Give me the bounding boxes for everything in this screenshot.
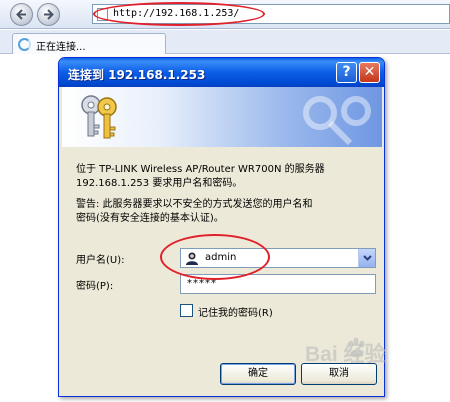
message-line-1: 位于 TP-LINK Wireless AP/Router WR700N 的服务… (76, 164, 325, 175)
username-combobox[interactable]: admin (180, 248, 376, 268)
baidu-paw-icon (348, 337, 365, 358)
browser-window: http://192.168.1.253/ 正在连接... 连接到 192.16… (0, 0, 450, 402)
password-label: 密码(P): (76, 281, 114, 292)
username-value: admin (205, 252, 237, 263)
forward-button[interactable] (37, 3, 60, 26)
forward-arrow-icon (44, 9, 54, 20)
password-field[interactable]: ***** (180, 274, 376, 294)
password-value: ***** (187, 278, 217, 289)
remember-password-checkbox[interactable] (180, 304, 193, 317)
user-icon (186, 252, 198, 265)
warning-line-2: 密码(没有安全连接的基本认证)。 (76, 213, 224, 224)
url-text: http://192.168.1.253/ (113, 8, 240, 19)
remember-password-label: 记住我的密码(R) (198, 308, 273, 319)
warning-line-1: 警告: 此服务器要求以不安全的方式发送您的用户名和 (76, 199, 313, 210)
chevron-down-icon (363, 255, 372, 261)
ok-button[interactable]: 确定 (220, 363, 296, 385)
tab-bar: 正在连接... (0, 30, 450, 54)
keys-icon (81, 95, 117, 139)
browser-tab[interactable]: 正在连接... (12, 33, 166, 54)
message-line-2: 192.168.1.253 要求用户名和密码。 (76, 178, 243, 189)
dialog-title: 连接到 192.168.1.253 (68, 68, 206, 82)
tab-title: 正在连接... (36, 42, 86, 53)
banner-watermark-icon (303, 96, 371, 146)
baidu-watermark: Bai 经验 (305, 343, 386, 366)
address-bar[interactable]: http://192.168.1.253/ (92, 4, 450, 24)
dialog-banner (62, 87, 382, 147)
back-button[interactable] (10, 3, 33, 26)
close-icon[interactable]: ✕ (359, 62, 380, 83)
help-icon[interactable]: ? (336, 62, 357, 83)
username-label: 用户名(U): (76, 255, 125, 266)
loading-spinner-icon (18, 38, 31, 51)
page-icon (97, 8, 108, 21)
tab-bar-spacer (166, 36, 450, 54)
remember-password-row[interactable]: 记住我的密码(R) (180, 303, 330, 319)
dialog-titlebar[interactable]: 连接到 192.168.1.253 ? ✕ (59, 58, 384, 87)
username-dropdown-button[interactable] (358, 249, 375, 267)
back-arrow-icon (16, 9, 26, 20)
navigation-bar: http://192.168.1.253/ (0, 0, 450, 29)
